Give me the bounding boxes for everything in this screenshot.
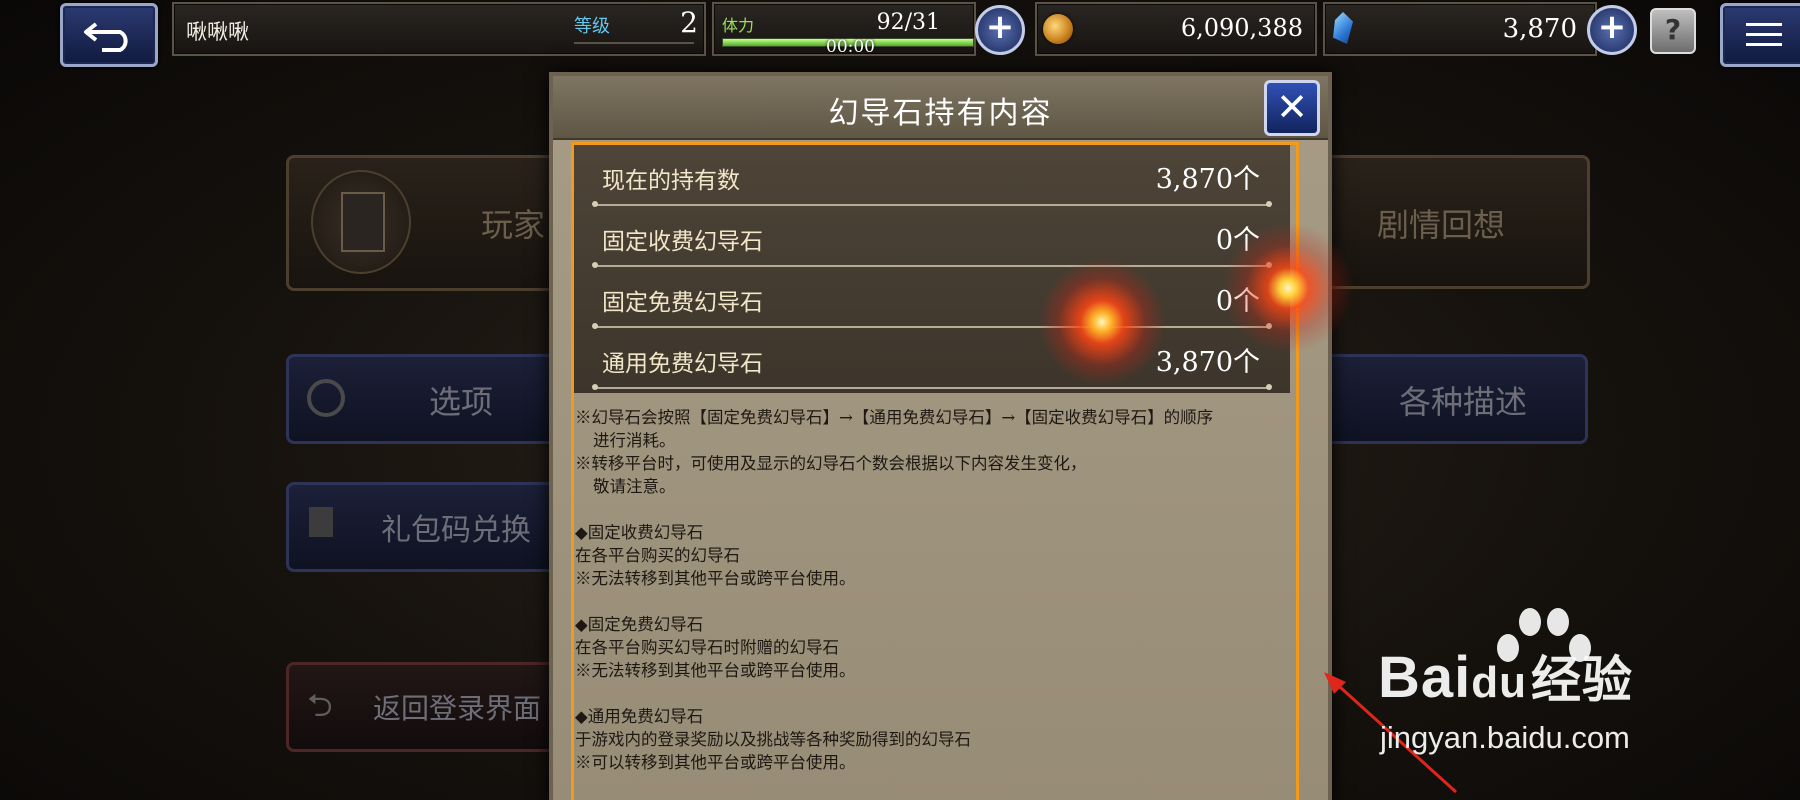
highlight-frame [571, 142, 1299, 800]
stamina-label: 体力 [722, 16, 755, 35]
help-button[interactable]: ? [1650, 8, 1696, 54]
menu-icon [1746, 23, 1782, 46]
gift-icon [309, 507, 333, 537]
gear-icon [307, 379, 345, 417]
level-value: 2 [680, 6, 698, 39]
back-arrow-icon [84, 22, 128, 52]
top-status-bar: 啾啾啾 等级 2 体力 92/31 00:00 + 6,090,388 3,87… [0, 0, 1800, 67]
gem-crystal-icon [1333, 12, 1353, 44]
options-label: 选项 [429, 383, 494, 421]
story-recall-label: 剧情回想 [1377, 206, 1506, 244]
add-gem-button[interactable]: + [1587, 5, 1637, 55]
gem-value: 3,870 [1502, 14, 1577, 44]
plus-icon: + [1597, 7, 1627, 47]
gil-panel: 6,090,388 [1035, 2, 1317, 56]
gil-value: 6,090,388 [1180, 14, 1303, 42]
stamina-timer: 00:00 [826, 37, 875, 57]
close-button[interactable]: ✕ [1264, 80, 1320, 136]
return-login-button[interactable]: ⮌ 返回登录界面 [286, 662, 574, 752]
watermark-url: jingyan.baidu.com [1380, 720, 1630, 755]
main-menu-button[interactable] [1720, 3, 1800, 67]
story-recall-button[interactable]: 剧情回想 [1316, 155, 1590, 289]
back-button[interactable] [60, 3, 158, 67]
gift-code-label: 礼包码兑换 [381, 513, 531, 548]
options-button[interactable]: 选项 [286, 354, 574, 444]
return-arrow-icon: ⮌ [307, 686, 333, 724]
portrait-icon [311, 170, 411, 274]
gift-code-button[interactable]: 礼包码兑换 [286, 482, 574, 572]
level-label: 等级 [574, 16, 610, 37]
close-icon: ✕ [1276, 85, 1308, 129]
descriptions-label: 各种描述 [1399, 383, 1528, 421]
player-info-panel: 啾啾啾 等级 2 [172, 2, 706, 56]
player-profile-label: 玩家 [481, 206, 546, 244]
stamina-value: 92/31 [876, 10, 940, 35]
watermark-brand: Baidu经验 [1378, 645, 1634, 710]
gem-panel: 3,870 [1323, 2, 1597, 56]
modal-header: 幻导石持有内容 ✕ [553, 76, 1328, 140]
gil-coin-icon [1043, 14, 1073, 44]
player-profile-button[interactable]: 玩家 [286, 155, 592, 291]
stamina-panel: 体力 92/31 00:00 [712, 2, 976, 57]
plus-icon: + [985, 7, 1015, 47]
add-stamina-button[interactable]: + [975, 5, 1025, 55]
return-login-label: 返回登录界面 [373, 692, 542, 725]
baidu-watermark: Baidu经验 jingyan.baidu.com [1378, 606, 1718, 776]
level-underline [574, 42, 694, 44]
gem-holdings-modal: 幻导石持有内容 ✕ 现在的持有数 3,870个 固定收费幻导石 0个 固定免费幻… [549, 72, 1332, 800]
game-screen: 玩家 剧情回想 选项 各种描述 礼包码兑换 ⮌ 返回登录界面 啾啾啾 等级 2 [0, 0, 1800, 800]
descriptions-button[interactable]: 各种描述 [1316, 354, 1588, 444]
modal-title: 幻导石持有内容 [828, 96, 1053, 131]
help-icon: ? [1664, 13, 1682, 46]
player-name: 啾啾啾 [186, 20, 249, 44]
